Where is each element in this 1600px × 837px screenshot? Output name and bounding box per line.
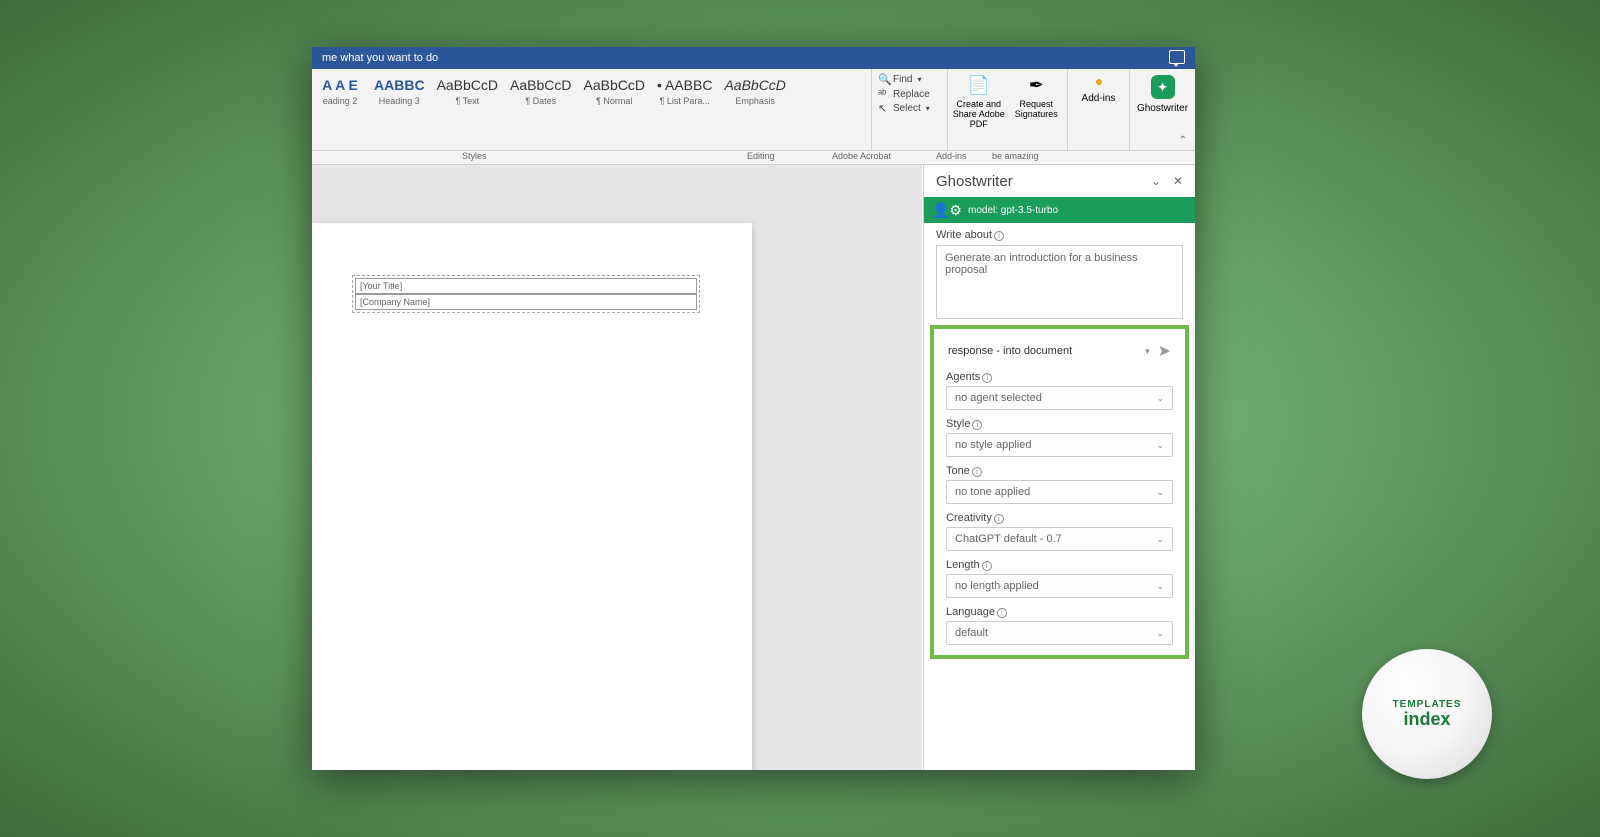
templates-index-logo: TEMPLATES index	[1362, 649, 1492, 779]
panel-header: Ghostwriter ⌄ ✕	[924, 165, 1195, 197]
style-text[interactable]: AaBbCcD¶ Text	[431, 73, 504, 146]
info-icon[interactable]: i	[994, 231, 1004, 241]
ghostwriter-icon: ✦	[1151, 75, 1175, 99]
prompt-textarea[interactable]: Generate an introduction for a business …	[936, 245, 1183, 319]
length-select[interactable]: no length applied⌄	[946, 574, 1173, 598]
write-about-label: Write abouti	[924, 223, 1195, 243]
tone-label: Tonei	[946, 465, 1173, 477]
send-button[interactable]: ➤	[1158, 341, 1171, 361]
signature-icon: ✒	[1010, 73, 1064, 97]
styles-group-label: Styles	[462, 151, 487, 161]
panel-close-icon[interactable]: ✕	[1173, 174, 1183, 188]
info-icon[interactable]: i	[997, 608, 1007, 618]
panel-title: Ghostwriter	[936, 173, 1013, 190]
addins-icon	[1096, 79, 1102, 85]
language-label: Languagei	[946, 606, 1173, 618]
agents-select[interactable]: no agent selected⌄	[946, 386, 1173, 410]
style-heading3[interactable]: AABBCHeading 3	[368, 73, 431, 146]
style-select[interactable]: no style applied⌄	[946, 433, 1173, 457]
style-emphasis[interactable]: AaBbCcDEmphasis	[718, 73, 791, 146]
addins-button[interactable]: Add-ins	[1067, 69, 1129, 150]
length-label: Lengthi	[946, 559, 1173, 571]
chevron-down-icon: ▾	[1145, 346, 1150, 357]
tell-me-text[interactable]: me what you want to do	[322, 52, 438, 64]
title-bar: me what you want to do	[312, 47, 1195, 69]
info-icon[interactable]: i	[972, 467, 982, 477]
style-heading2[interactable]: A A Eeading 2	[312, 73, 368, 146]
chevron-down-icon: ⌄	[1156, 534, 1164, 545]
info-icon[interactable]: i	[982, 373, 992, 383]
replace-icon: ᵃᵇ	[878, 88, 890, 100]
create-pdf-button[interactable]: 📄Create and Share Adobe PDF	[952, 73, 1006, 146]
style-dates[interactable]: AaBbCcD¶ Dates	[504, 73, 577, 146]
agents-label: Agentsi	[946, 371, 1173, 383]
info-icon[interactable]: i	[994, 514, 1004, 524]
style-listpara[interactable]: • AABBC¶ List Para...	[651, 73, 718, 146]
search-icon: 🔍	[878, 73, 890, 86]
ribbon: A A Eeading 2 AABBCHeading 3 AaBbCcD¶ Te…	[312, 69, 1195, 151]
chevron-down-icon: ⌄	[1156, 487, 1164, 498]
replace-button[interactable]: ᵃᵇReplace	[878, 88, 941, 100]
ghostwriter-panel: Ghostwriter ⌄ ✕ 👤⚙ model: gpt-3.5-turbo …	[923, 165, 1195, 770]
panel-dropdown-icon[interactable]: ⌄	[1151, 174, 1161, 188]
creativity-label: Creativityi	[946, 512, 1173, 524]
title-field[interactable]: [Your Title]	[355, 278, 697, 294]
user-settings-icon: 👤⚙	[932, 202, 962, 219]
styles-gallery: A A Eeading 2 AABBCHeading 3 AaBbCcD¶ Te…	[312, 69, 871, 150]
request-signatures-button[interactable]: ✒Request Signatures	[1010, 73, 1064, 146]
pdf-icon: 📄	[952, 73, 1006, 97]
beamazing-group-label: be amazing	[992, 151, 1039, 161]
response-mode-select[interactable]: response - into document▾	[948, 345, 1150, 357]
editing-group: 🔍Find▾ ᵃᵇReplace ↖Select▾	[871, 69, 947, 150]
style-normal[interactable]: AaBbCcD¶ Normal	[578, 73, 651, 146]
chevron-down-icon: ⌄	[1156, 440, 1164, 451]
info-icon[interactable]: i	[972, 420, 982, 430]
style-label: Stylei	[946, 418, 1173, 430]
select-button[interactable]: ↖Select▾	[878, 102, 941, 115]
language-select[interactable]: default⌄	[946, 621, 1173, 645]
collapse-ribbon-icon[interactable]: ⌃	[1179, 135, 1187, 146]
addins-group-label: Add-ins	[936, 151, 967, 161]
page[interactable]: [Your Title] [Company Name]	[312, 223, 752, 770]
acrobat-group-label: Adobe Acrobat	[832, 151, 891, 161]
acrobat-group: 📄Create and Share Adobe PDF ✒Request Sig…	[947, 69, 1067, 150]
ribbon-group-labels: Styles Editing Adobe Acrobat Add-ins be …	[312, 151, 1195, 165]
creativity-select[interactable]: ChatGPT default - 0.7⌄	[946, 527, 1173, 551]
options-highlight: response - into document▾ ➤ Agentsi no a…	[930, 325, 1189, 659]
word-window: me what you want to do A A Eeading 2 AAB…	[312, 47, 1195, 770]
cursor-icon: ↖	[878, 102, 890, 115]
document-area[interactable]: [Your Title] [Company Name]	[312, 165, 922, 770]
chevron-down-icon: ⌄	[1156, 581, 1164, 592]
logo-bottom-text: index	[1393, 710, 1462, 728]
model-label: model: gpt-3.5-turbo	[968, 205, 1058, 216]
model-bar[interactable]: 👤⚙ model: gpt-3.5-turbo	[924, 197, 1195, 223]
chevron-down-icon: ⌄	[1156, 628, 1164, 639]
company-field[interactable]: [Company Name]	[355, 294, 697, 310]
info-icon[interactable]: i	[982, 561, 992, 571]
chevron-down-icon: ⌄	[1156, 393, 1164, 404]
tone-select[interactable]: no tone applied⌄	[946, 480, 1173, 504]
editing-group-label: Editing	[747, 151, 775, 161]
find-button[interactable]: 🔍Find▾	[878, 73, 941, 86]
